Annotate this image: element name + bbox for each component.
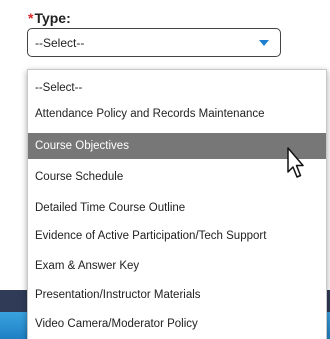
caret-down-icon: [259, 40, 269, 46]
required-marker: *: [28, 10, 34, 26]
option-course-objectives[interactable]: Course Objectives: [28, 133, 326, 159]
select-current-value: --Select--: [35, 36, 85, 50]
type-dropdown-list: --Select-- Attendance Policy and Records…: [27, 69, 327, 339]
option-evidence-participation[interactable]: Evidence of Active Participation/Tech Su…: [28, 223, 326, 249]
option-video-camera-policy[interactable]: Video Camera/Moderator Policy: [28, 311, 326, 337]
option-course-schedule[interactable]: Course Schedule: [28, 164, 326, 190]
pointer-cursor-icon: [287, 147, 304, 178]
option-detailed-time-outline[interactable]: Detailed Time Course Outline: [28, 195, 326, 221]
type-field-label: *Type:: [28, 10, 71, 26]
type-select[interactable]: --Select--: [27, 28, 281, 57]
option-exam-answer-key[interactable]: Exam & Answer Key: [28, 253, 326, 279]
option-presentation-materials[interactable]: Presentation/Instructor Materials: [28, 282, 326, 308]
option-attendance-policy[interactable]: Attendance Policy and Records Maintenanc…: [28, 101, 326, 127]
type-label-text: Type:: [34, 10, 71, 26]
option-select-placeholder[interactable]: --Select--: [28, 75, 326, 101]
